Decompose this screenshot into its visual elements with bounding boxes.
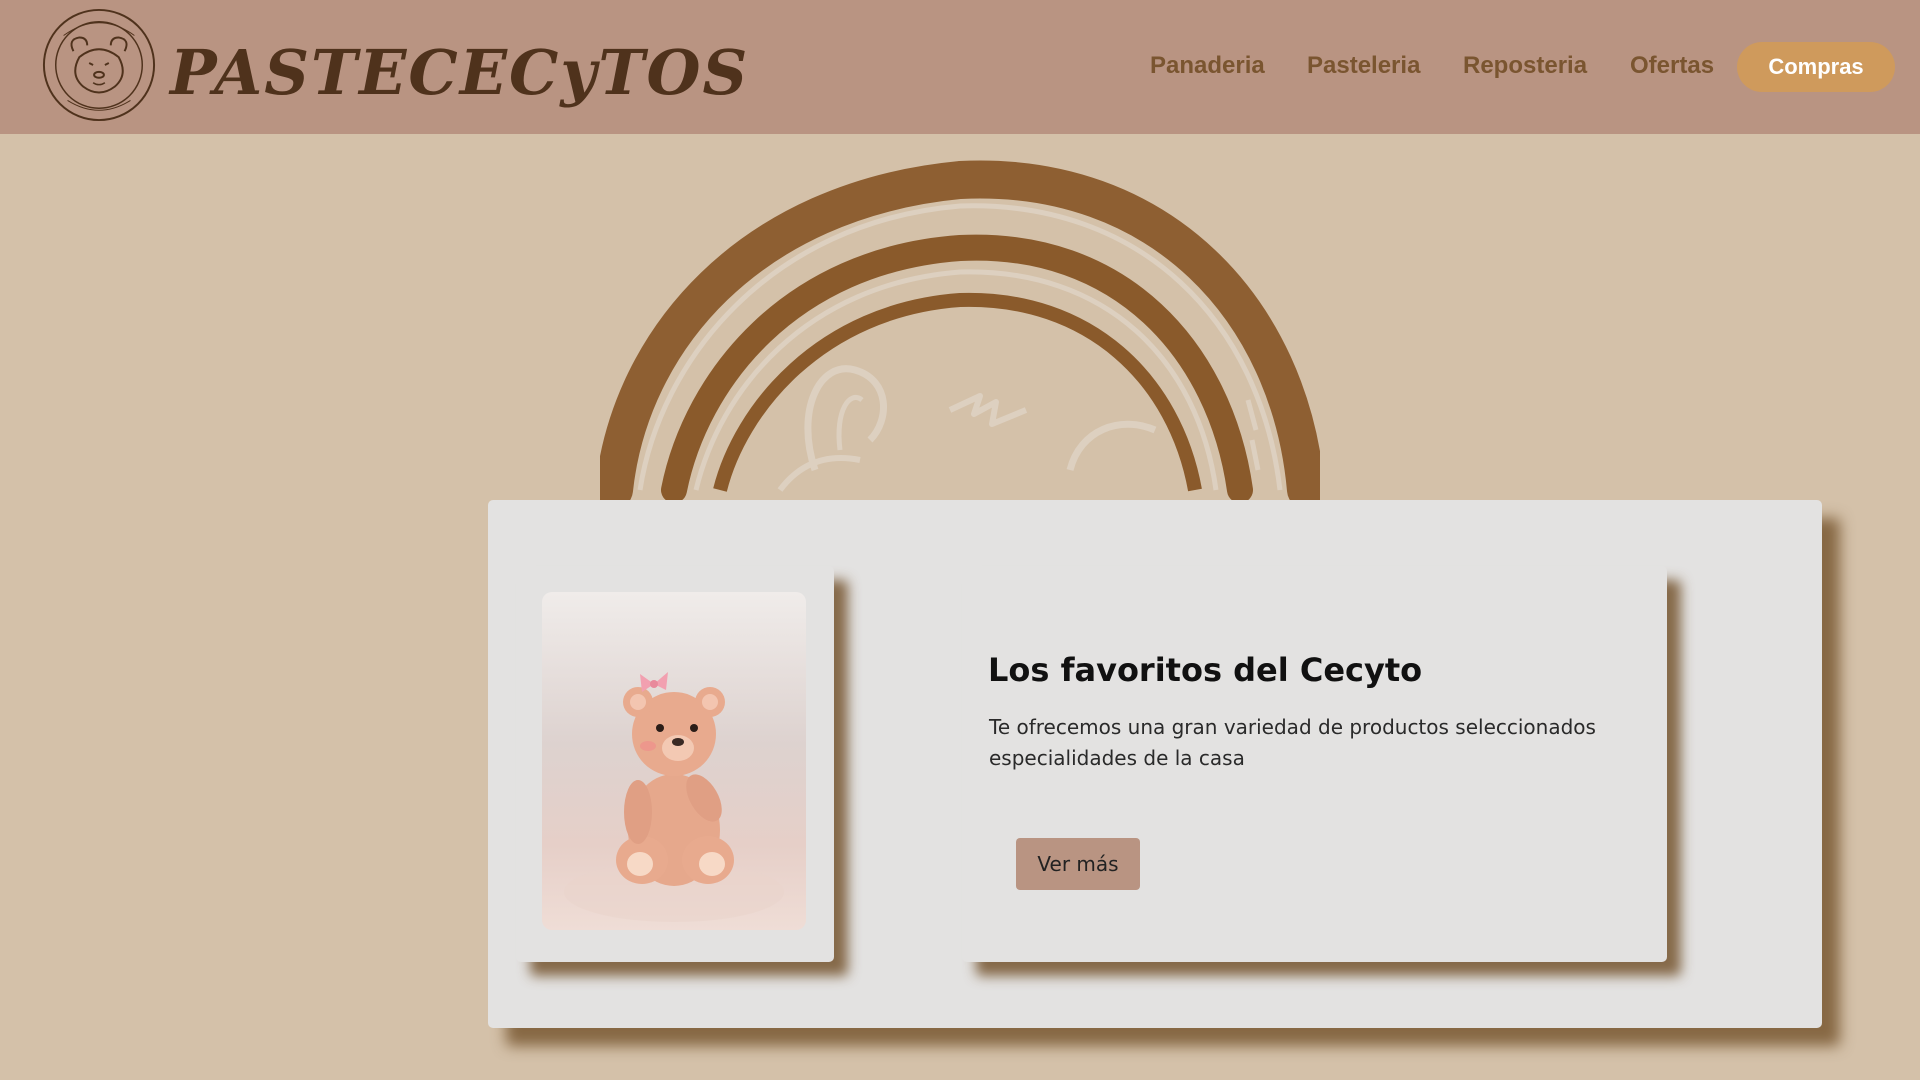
bear-seal-watermark-icon — [600, 160, 1320, 500]
compras-button[interactable]: Compras — [1737, 42, 1895, 92]
nav-link-pasteleria[interactable]: Pasteleria — [1307, 46, 1420, 86]
featured-description: Te ofrecemos una gran variedad de produc… — [989, 715, 1596, 770]
bear-seal-logo-icon[interactable] — [40, 6, 158, 124]
ver-mas-button[interactable]: Ver más — [1016, 838, 1140, 890]
teddy-bear-photo — [542, 592, 806, 930]
nav-link-reposteria[interactable]: Reposteria — [1463, 46, 1587, 86]
featured-title: Los favoritos del Cecyto — [988, 650, 1423, 689]
brand-logo-text[interactable]: PASTECECyTOS — [170, 26, 749, 120]
nav-link-ofertas[interactable]: Ofertas — [1630, 46, 1714, 86]
nav-link-panaderia[interactable]: Panaderia — [1150, 46, 1265, 86]
teddy-bear-icon — [564, 672, 784, 922]
hero-watermark — [600, 160, 1320, 500]
navbar: PASTECECyTOS Panaderia Pasteleria Repost… — [0, 0, 1920, 134]
